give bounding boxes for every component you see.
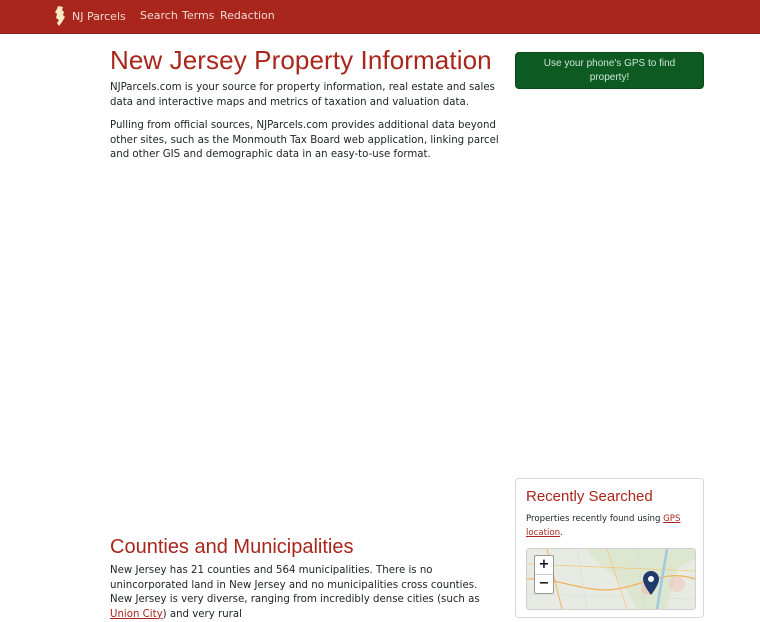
intro-paragraph: NJParcels.com is your source for propert… [110,82,495,108]
brand-text: NJ Parcels [72,9,126,23]
recent-text: Properties recently found using [526,514,664,524]
recent-search-map[interactable]: + − [526,548,696,610]
brand-link[interactable]: NJ Parcels [54,6,126,26]
recent-suffix: . [560,528,563,538]
navbar: NJ Parcels Search Terms Redaction [0,0,760,34]
zoom-in-button[interactable]: + [535,556,553,574]
nav-terms-link[interactable]: Terms [182,9,214,22]
recently-searched-text: Properties recently found using GPS loca… [526,512,696,540]
nav-search-link[interactable]: Search [140,9,178,22]
union-city-link[interactable]: Union City [110,609,163,620]
map-zoom-controls: + − [534,555,554,594]
recently-searched-card: Recently Searched Properties recently fo… [515,478,704,618]
counties-paragraph: New Jersey has 21 counties and 564 munic… [110,564,502,622]
counties-text-2: ) and very rural [162,608,242,620]
map-marker-icon[interactable] [643,571,659,595]
nav-redaction-link[interactable]: Redaction [220,9,275,22]
counties-heading: Counties and Municipalities [110,536,354,558]
counties-text-1: New Jersey has 21 counties and 564 munic… [110,565,480,605]
nj-state-icon [54,6,66,26]
recently-searched-title: Recently Searched [526,488,653,505]
page-title: New Jersey Property Information [110,45,492,75]
zoom-out-button[interactable]: − [535,574,553,593]
intro-paragraph-2: Pulling from official sources, NJParcels… [110,120,499,160]
gps-find-property-button[interactable]: Use your phone's GPS to find property! [515,52,704,89]
